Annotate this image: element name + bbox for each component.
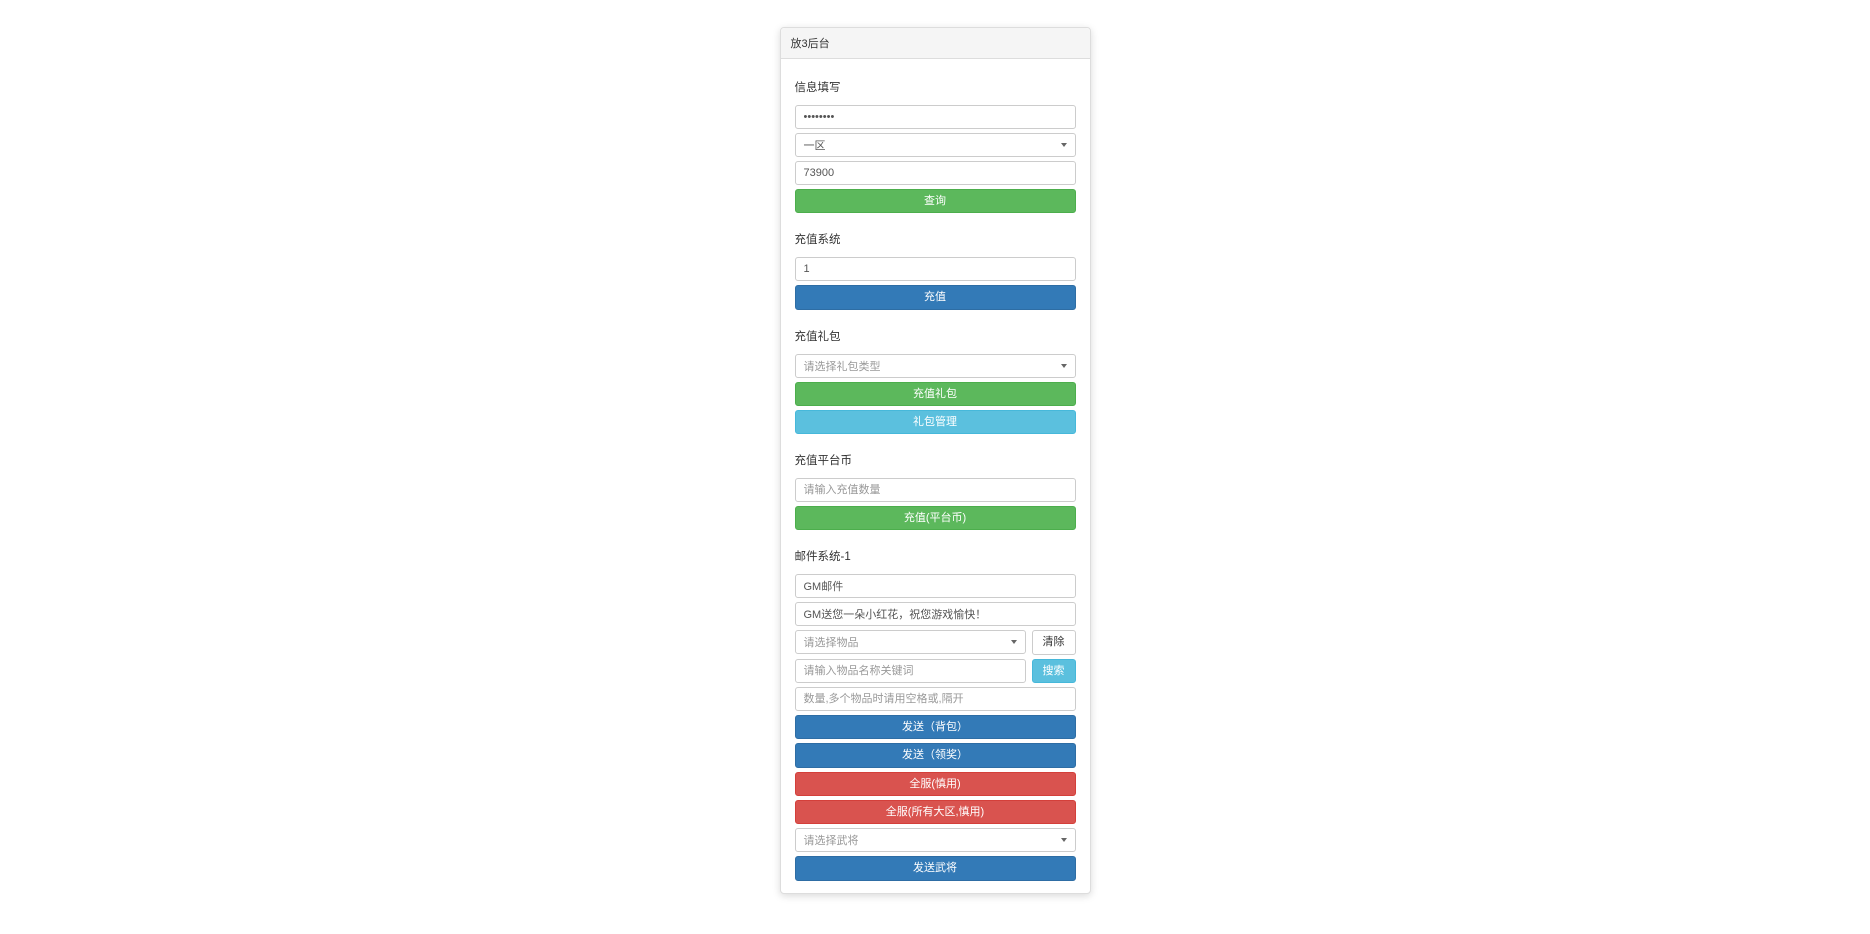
gift-type-select[interactable]: 请选择礼包类型 — [795, 354, 1076, 378]
account-input[interactable] — [795, 161, 1076, 185]
gift-manage-button[interactable]: 礼包管理 — [795, 410, 1076, 434]
mail-keyword-input[interactable] — [795, 659, 1026, 683]
gift-type-select-value: 请选择礼包类型 — [804, 358, 881, 374]
section-mail-label: 邮件系统-1 — [795, 548, 1076, 564]
zone-select-value: 一区 — [804, 137, 826, 153]
recharge-button[interactable]: 充值 — [795, 285, 1076, 309]
platform-recharge-button[interactable]: 充值(平台币) — [795, 506, 1076, 530]
global-caution-button[interactable]: 全服(慎用) — [795, 772, 1076, 796]
panel-title: 放3后台 — [781, 28, 1090, 59]
mail-item-select-value: 请选择物品 — [804, 634, 859, 650]
password-input[interactable] — [795, 105, 1076, 129]
admin-panel: 放3后台 信息填写 一区 查询 充值系统 充值 充值礼包 请选择礼包类型 充值礼… — [780, 27, 1091, 894]
section-platform-label: 充值平台币 — [795, 452, 1076, 468]
platform-amount-input[interactable] — [795, 478, 1076, 502]
query-button[interactable]: 查询 — [795, 189, 1076, 213]
gift-recharge-button[interactable]: 充值礼包 — [795, 382, 1076, 406]
caret-down-icon — [1061, 143, 1067, 147]
caret-down-icon — [1061, 364, 1067, 368]
zone-select[interactable]: 一区 — [795, 133, 1076, 157]
mail-item-select[interactable]: 请选择物品 — [795, 630, 1026, 654]
send-bag-button[interactable]: 发送（背包） — [795, 715, 1076, 739]
caret-down-icon — [1061, 838, 1067, 842]
mail-content-input[interactable] — [795, 602, 1076, 626]
section-gift-label: 充值礼包 — [795, 328, 1076, 344]
search-button[interactable]: 搜索 — [1032, 659, 1076, 683]
send-receive-button[interactable]: 发送（领奖） — [795, 743, 1076, 767]
mail-quantity-input[interactable] — [795, 687, 1076, 711]
general-select[interactable]: 请选择武将 — [795, 828, 1076, 852]
caret-down-icon — [1011, 640, 1017, 644]
mail-title-input[interactable] — [795, 574, 1076, 598]
send-general-button[interactable]: 发送武将 — [795, 856, 1076, 880]
section-info-label: 信息填写 — [795, 79, 1076, 95]
section-recharge-label: 充值系统 — [795, 231, 1076, 247]
global-all-button[interactable]: 全服(所有大区,慎用) — [795, 800, 1076, 824]
general-select-value: 请选择武将 — [804, 832, 859, 848]
clear-button[interactable]: 清除 — [1032, 630, 1076, 654]
panel-body: 信息填写 一区 查询 充值系统 充值 充值礼包 请选择礼包类型 充值礼包 礼包管… — [781, 59, 1090, 893]
recharge-amount-input[interactable] — [795, 257, 1076, 281]
